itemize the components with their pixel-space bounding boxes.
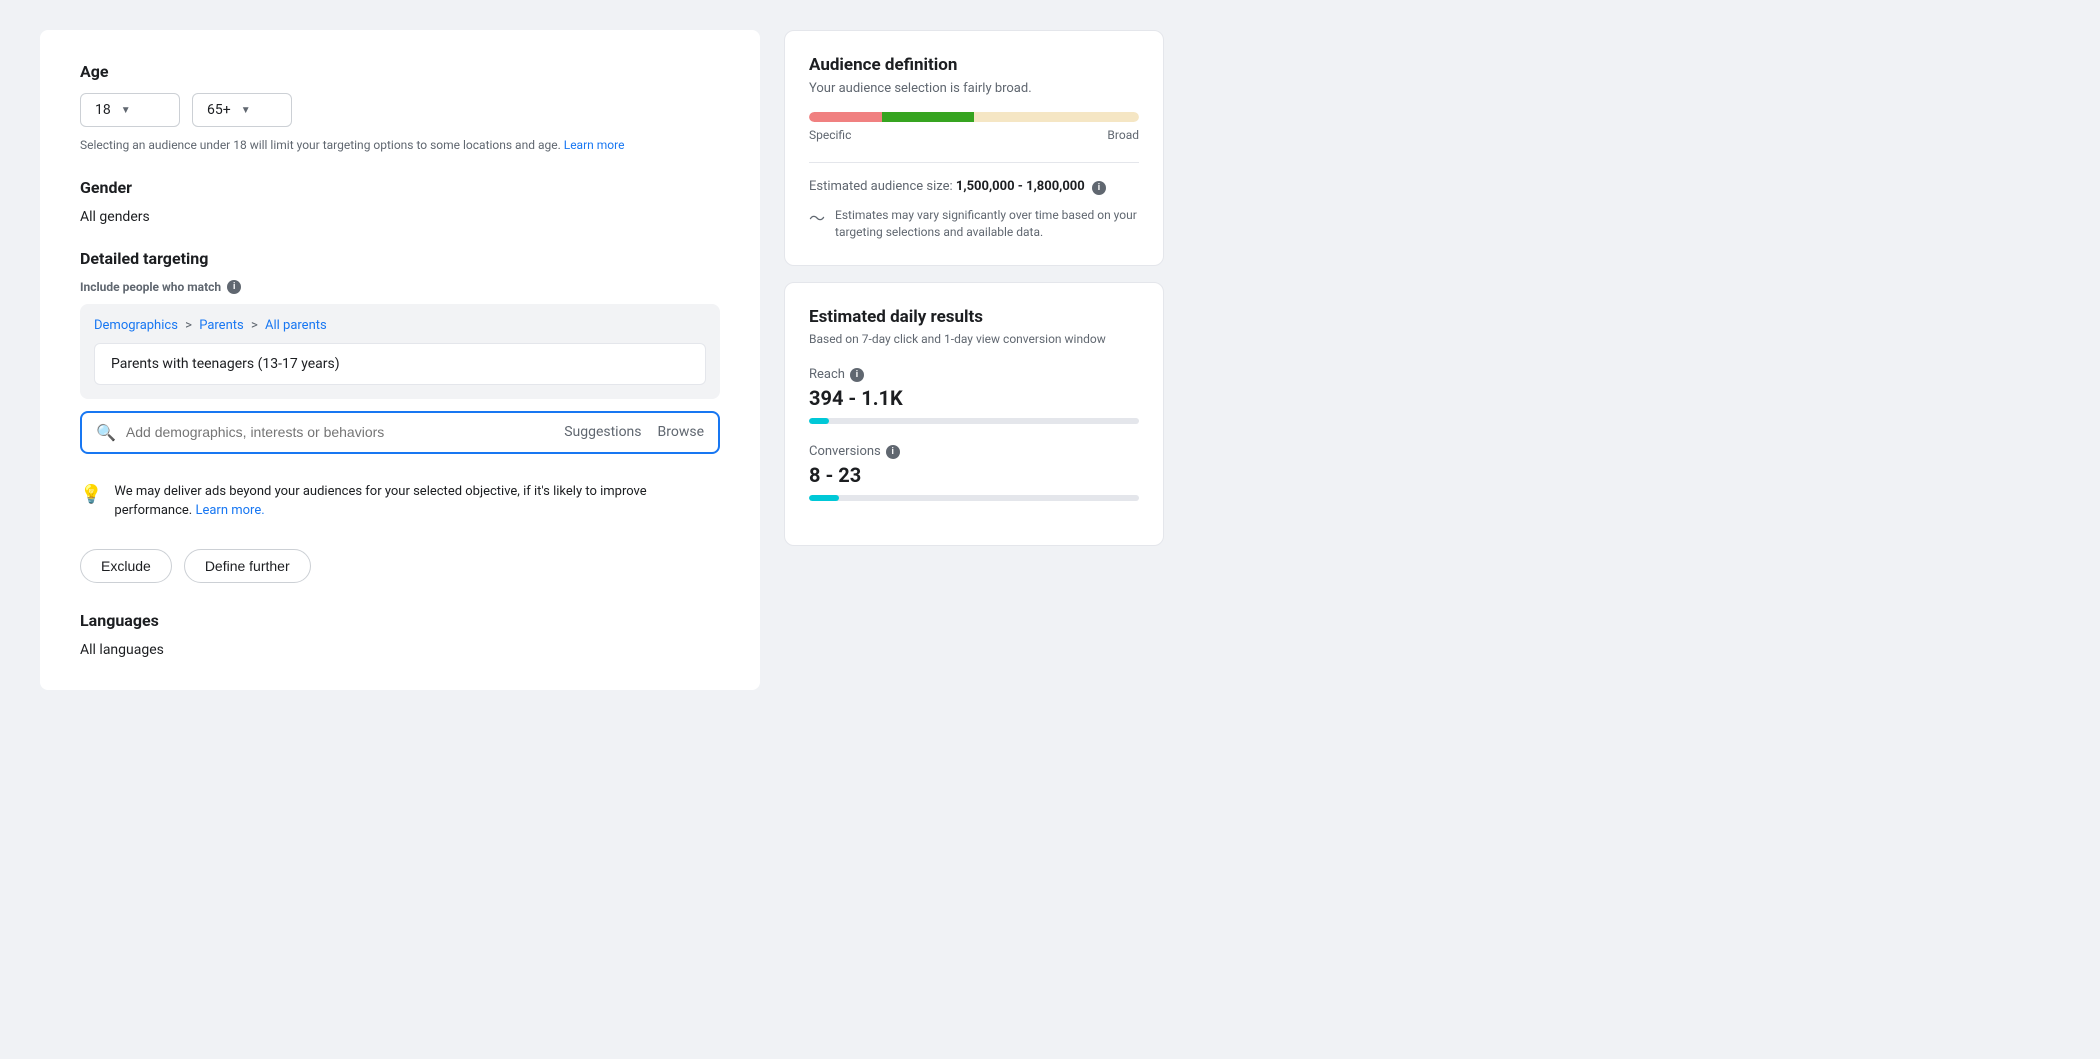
bulb-icon: 💡 (80, 484, 102, 505)
age-max-value: 65+ (207, 102, 231, 118)
browse-link[interactable]: Browse (658, 424, 704, 440)
meter-specific-label: Specific (809, 128, 851, 142)
conversions-progress-bar (809, 495, 1139, 501)
reach-progress-bar (809, 418, 1139, 424)
breadcrumb: Demographics > Parents > All parents (94, 318, 706, 333)
audience-size-info-icon[interactable]: i (1092, 181, 1106, 195)
reach-value: 394 - 1.1K (809, 386, 1139, 410)
audience-definition-card: Audience definition Your audience select… (784, 30, 1164, 266)
daily-results-subtitle: Based on 7-day click and 1-day view conv… (809, 331, 1139, 348)
breadcrumb-sep1: > (185, 318, 192, 333)
define-further-button[interactable]: Define further (184, 549, 311, 583)
reach-progress-fill (809, 418, 829, 424)
right-panel: Audience definition Your audience select… (784, 30, 1164, 546)
audience-definition-title: Audience definition (809, 55, 1139, 75)
search-icon: 🔍 (96, 423, 116, 442)
age-notice: Selecting an audience under 18 will limi… (80, 137, 720, 154)
gender-value: All genders (80, 209, 720, 225)
notice-learn-more-link[interactable]: Learn more. (195, 503, 264, 518)
breadcrumb-parents[interactable]: Parents (199, 318, 244, 333)
breadcrumb-sep2: > (251, 318, 258, 333)
left-panel: Age 18 ▼ 65+ ▼ Selecting an audience und… (40, 30, 760, 690)
card-divider (809, 162, 1139, 163)
action-buttons: Exclude Define further (80, 549, 720, 583)
conversions-progress-fill (809, 495, 839, 501)
targeting-box: Demographics > Parents > All parents Par… (80, 304, 720, 399)
age-min-value: 18 (95, 102, 111, 118)
audience-size: Estimated audience size: 1,500,000 - 1,8… (809, 179, 1139, 195)
suggestions-link[interactable]: Suggestions (564, 424, 641, 440)
conversions-info-icon[interactable]: i (886, 445, 900, 459)
age-learn-more-link[interactable]: Learn more (564, 138, 625, 152)
age-max-arrow-icon: ▼ (241, 105, 251, 116)
conversions-label: Conversions i (809, 444, 1139, 459)
breadcrumb-demographics[interactable]: Demographics (94, 318, 178, 333)
languages-title: Languages (80, 611, 720, 630)
notice-text: We may deliver ads beyond your audiences… (114, 482, 720, 521)
notice-box: 💡 We may deliver ads beyond your audienc… (80, 470, 720, 533)
meter-broad-label: Broad (1107, 128, 1139, 142)
graph-icon: 〜 (809, 208, 825, 230)
age-min-arrow-icon: ▼ (121, 105, 131, 116)
search-box: 🔍 Suggestions Browse (80, 411, 720, 454)
age-max-dropdown[interactable]: 65+ ▼ (192, 93, 292, 127)
audience-definition-subtitle: Your audience selection is fairly broad. (809, 81, 1139, 96)
meter-green (882, 112, 974, 122)
detailed-targeting-title: Detailed targeting (80, 249, 720, 268)
audience-size-value: 1,500,000 - 1,800,000 (956, 179, 1085, 194)
reach-label: Reach i (809, 367, 1139, 382)
target-item: Parents with teenagers (13-17 years) (94, 343, 706, 385)
meter-yellow (974, 112, 1139, 122)
exclude-button[interactable]: Exclude (80, 549, 172, 583)
breadcrumb-all-parents[interactable]: All parents (265, 318, 327, 333)
meter-red (809, 112, 882, 122)
age-min-dropdown[interactable]: 18 ▼ (80, 93, 180, 127)
include-info-icon[interactable]: i (227, 280, 241, 294)
conversions-value: 8 - 23 (809, 463, 1139, 487)
reach-info-icon[interactable]: i (850, 368, 864, 382)
include-label: Include people who match i (80, 280, 720, 294)
gender-title: Gender (80, 178, 720, 197)
daily-results-title: Estimated daily results (809, 307, 1139, 327)
meter-labels: Specific Broad (809, 128, 1139, 142)
age-dropdowns: 18 ▼ 65+ ▼ (80, 93, 720, 127)
estimates-note: 〜 Estimates may vary significantly over … (809, 207, 1139, 241)
search-actions: Suggestions Browse (564, 424, 704, 440)
daily-results-card: Estimated daily results Based on 7-day c… (784, 282, 1164, 547)
languages-value: All languages (80, 642, 720, 658)
search-input[interactable] (126, 424, 554, 440)
audience-meter (809, 112, 1139, 122)
age-title: Age (80, 62, 720, 81)
